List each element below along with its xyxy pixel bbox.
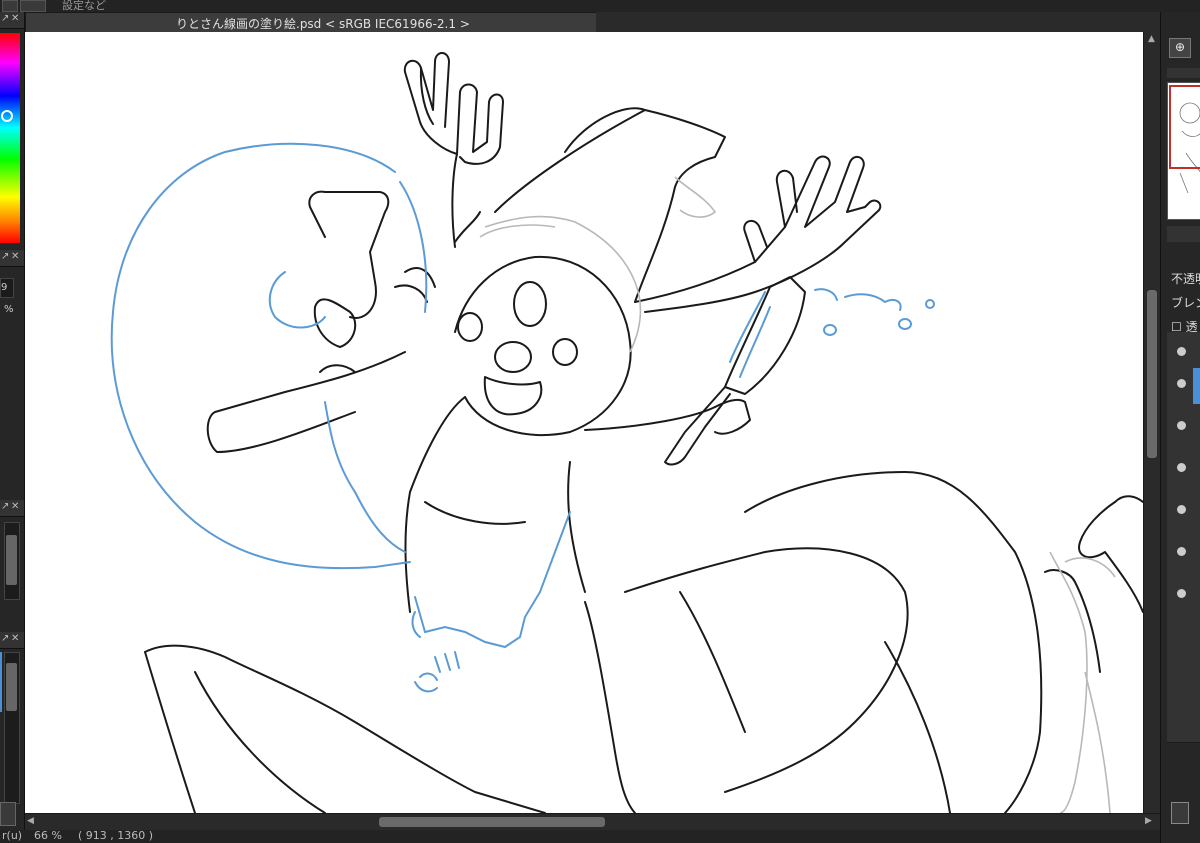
scrollbar-thumb[interactable] xyxy=(6,535,17,585)
left-panel: ↗ ✕ ↗ ✕ 9 % ↗ ✕ ↗ ✕ xyxy=(0,12,25,843)
percent-label: % xyxy=(4,304,14,315)
layer-row[interactable] xyxy=(1167,700,1200,743)
canvas-horizontal-scrollbar[interactable]: ◀ ▶ xyxy=(25,813,1160,831)
eye-icon[interactable] xyxy=(1177,379,1186,388)
navigator-toolbar[interactable] xyxy=(1167,68,1200,78)
layer-row[interactable] xyxy=(1167,574,1200,617)
layer-row[interactable] xyxy=(1167,448,1200,491)
vertical-scrollbar-thumb[interactable] xyxy=(1147,290,1157,458)
layer-row[interactable] xyxy=(1167,616,1200,659)
zoom-level: 66 % xyxy=(34,829,62,842)
drawing-canvas[interactable] xyxy=(25,32,1143,813)
new-layer-button[interactable] xyxy=(1171,802,1189,824)
eye-icon[interactable] xyxy=(1177,347,1186,356)
status-bar: r(u) 66 % ( 913 , 1360 ) xyxy=(0,829,1200,843)
navigator-viewport-frame[interactable] xyxy=(1169,85,1200,169)
navigator-preview[interactable] xyxy=(1167,82,1200,220)
panel-float-icon[interactable]: ↗ xyxy=(1,633,9,644)
tab-strip xyxy=(596,12,1164,32)
scroll-right-arrow[interactable]: ▶ xyxy=(1145,816,1152,826)
cursor-coordinates: ( 913 , 1360 ) xyxy=(78,829,154,842)
eye-icon[interactable] xyxy=(1177,505,1186,514)
canvas-vertical-scrollbar[interactable]: ▲ xyxy=(1143,32,1161,813)
panel-float-icon[interactable]: ↗ xyxy=(1,13,9,24)
close-icon[interactable]: ✕ xyxy=(11,251,19,262)
line-art xyxy=(110,52,1143,813)
selection-indicator xyxy=(0,652,2,712)
blend-mode-label: ブレンド xyxy=(1171,296,1200,310)
horizontal-scrollbar-thumb[interactable] xyxy=(379,817,605,827)
close-icon[interactable]: ✕ xyxy=(11,13,19,24)
status-tool: r(u) xyxy=(2,829,23,842)
color-panel-header: ↗ ✕ xyxy=(0,12,24,29)
brush-panel-header: ↗ ✕ xyxy=(0,250,24,267)
document-tab[interactable]: りとさん線画の塗り絵.psd < sRGB IEC61966-2.1 > xyxy=(25,12,597,33)
layer-row[interactable] xyxy=(1167,364,1200,407)
eye-icon[interactable] xyxy=(1177,547,1186,556)
toolbar-button[interactable] xyxy=(2,0,18,12)
hue-slider-knob[interactable] xyxy=(1,110,13,122)
close-icon[interactable]: ✕ xyxy=(11,501,19,512)
hue-slider[interactable] xyxy=(0,33,20,243)
layers-panel-header xyxy=(1167,226,1200,242)
close-icon[interactable]: ✕ xyxy=(11,633,19,644)
eye-icon[interactable] xyxy=(1177,463,1186,472)
layer-row[interactable] xyxy=(1167,532,1200,575)
eye-icon[interactable] xyxy=(1177,421,1186,430)
document-tab-title: りとさん線画の塗り絵.psd < sRGB IEC61966-2.1 > xyxy=(176,17,470,31)
brush-size-field[interactable]: 9 xyxy=(0,278,14,298)
panel-scrollbar[interactable] xyxy=(4,652,20,804)
scrollbar-thumb[interactable] xyxy=(6,663,17,711)
right-panel: ⊕ 不透明 ブレンド ☐ 透 xyxy=(1160,12,1200,843)
panel-scrollbar[interactable] xyxy=(4,522,20,600)
layer-row[interactable] xyxy=(1167,406,1200,449)
scroll-left-arrow[interactable]: ◀ xyxy=(27,816,34,826)
panel-float-icon[interactable]: ↗ xyxy=(1,251,9,262)
panel-action-button[interactable] xyxy=(0,802,16,826)
scroll-up-arrow[interactable]: ▲ xyxy=(1148,34,1155,44)
eye-icon[interactable] xyxy=(1177,589,1186,598)
layer-row[interactable] xyxy=(1167,658,1200,701)
panel-header: ↗ ✕ xyxy=(0,500,24,517)
layer-row[interactable] xyxy=(1167,490,1200,533)
opacity-label: 不透明 xyxy=(1171,272,1200,286)
magnifier-icon[interactable]: ⊕ xyxy=(1169,38,1191,58)
toolbar-dropdown[interactable] xyxy=(20,0,46,12)
active-layer-indicator xyxy=(1193,368,1200,404)
panel-header: ↗ ✕ xyxy=(0,632,24,649)
panel-float-icon[interactable]: ↗ xyxy=(1,501,9,512)
